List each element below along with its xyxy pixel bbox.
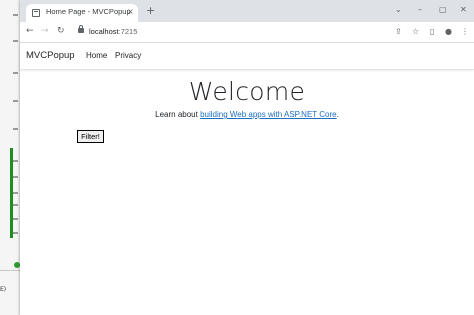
nav-link-home[interactable]: Home: [86, 51, 107, 60]
nav-link-privacy[interactable]: Privacy: [115, 51, 141, 60]
address-bar[interactable]: localhost:7215: [89, 27, 137, 36]
fold-marker: [13, 128, 18, 130]
fold-marker: [13, 100, 18, 102]
share-icon[interactable]: ⇪: [395, 26, 402, 37]
browser-menu-icon[interactable]: ⋮: [461, 26, 469, 37]
browser-toolbar: ← → ↻ localhost:7215 ⇪ ☆ ▯ ● ⋮: [20, 22, 474, 43]
browser-window: Home Page - MVCPopup × + ⌄ – ▢ ✕ ← → ↻ l…: [20, 0, 474, 315]
tab-search-chevron-icon[interactable]: ⌄: [395, 4, 402, 16]
fold-marker: [13, 14, 18, 16]
bookmark-star-icon[interactable]: ☆: [412, 26, 419, 37]
fold-marker: [13, 204, 18, 206]
site-navbar: MVCPopup Home Privacy: [20, 43, 474, 70]
reload-icon[interactable]: ↻: [57, 26, 65, 37]
forward-arrow-icon[interactable]: →: [41, 26, 49, 37]
fold-marker: [13, 192, 18, 194]
lock-icon[interactable]: [78, 25, 84, 33]
close-window-icon[interactable]: ✕: [460, 4, 467, 16]
minimize-icon[interactable]: –: [418, 4, 422, 16]
page-title: Welcome: [188, 77, 306, 106]
fold-marker: [13, 72, 18, 74]
aspnet-docs-link[interactable]: building Web apps with ASP.NET Core: [200, 110, 337, 119]
filter-button[interactable]: Filter!: [77, 130, 104, 143]
maximize-icon[interactable]: ▢: [439, 4, 447, 16]
new-tab-icon[interactable]: +: [146, 5, 155, 17]
tab-title: Home Page - MVCPopup: [46, 7, 131, 16]
fold-marker: [13, 218, 18, 220]
side-panel-icon[interactable]: ▯: [430, 26, 434, 37]
fold-marker: [13, 232, 18, 234]
fold-marker: [13, 176, 18, 178]
lead-suffix: .: [336, 110, 339, 119]
lead-prefix: Learn about: [155, 110, 201, 119]
back-arrow-icon[interactable]: ←: [26, 26, 34, 37]
profile-icon[interactable]: ●: [445, 26, 452, 37]
url-port: :7215: [118, 27, 138, 36]
background-editor-strip: E): [0, 0, 21, 315]
page-favicon-icon: [32, 9, 40, 17]
fold-marker: [13, 160, 18, 162]
divider: [0, 270, 20, 271]
fold-marker: [13, 40, 18, 42]
url-host: localhost: [89, 27, 119, 36]
lead-text: Learn about building Web apps with ASP.N…: [20, 110, 474, 119]
change-indicator-bar: [10, 148, 13, 238]
tab-home-page[interactable]: Home Page - MVCPopup ×: [26, 4, 138, 22]
navbar-brand[interactable]: MVCPopup: [26, 50, 75, 61]
browser-titlebar: Home Page - MVCPopup × + ⌄ – ▢ ✕: [20, 0, 474, 22]
tab-close-icon[interactable]: ×: [127, 6, 134, 18]
background-status-text: E): [0, 286, 7, 293]
